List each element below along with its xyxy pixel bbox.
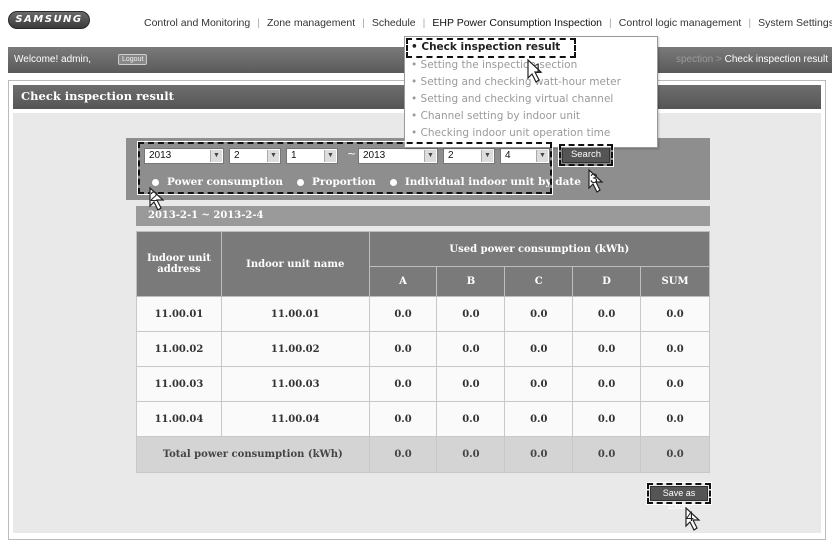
- cell-value: 0.0: [436, 366, 506, 402]
- total-value: 0.0: [368, 436, 438, 473]
- callout-number-2: 2: [150, 188, 158, 204]
- header-col-d: D: [572, 266, 642, 297]
- cell-value: 0.0: [572, 401, 642, 437]
- breadcrumb-separator: >: [715, 54, 722, 65]
- total-value: 0.0: [572, 436, 642, 473]
- cell-value: 0.0: [640, 331, 710, 367]
- nav-control-logic[interactable]: Control logic management: [619, 17, 742, 29]
- nav-control-monitoring[interactable]: Control and Monitoring: [144, 17, 250, 29]
- breadcrumb-current: Check inspection result: [724, 54, 828, 65]
- header-col-c: C: [504, 266, 574, 297]
- nav-separator: |: [257, 17, 260, 29]
- cell-value: 0.0: [368, 296, 438, 332]
- cell-name: 11.00.01: [220, 296, 370, 332]
- menu-item-label: Setting and checking virtual channel: [420, 93, 614, 105]
- callout-box-2: [137, 141, 553, 195]
- cell-address: 11.00.01: [136, 296, 222, 332]
- menu-item-virtual-channel[interactable]: • Setting and checking virtual channel: [411, 93, 613, 105]
- cell-name: 11.00.04: [220, 401, 370, 437]
- menu-item-inspection-section[interactable]: • Setting the inspection section: [411, 59, 577, 71]
- main-nav: Control and Monitoring | Zone management…: [144, 15, 832, 31]
- breadcrumb: spection > Check inspection result: [676, 54, 828, 65]
- nav-separator: |: [748, 17, 752, 29]
- cell-name: 11.00.03: [220, 366, 370, 402]
- cell-value: 0.0: [504, 331, 574, 367]
- callout-box-1: [405, 37, 577, 59]
- callout-number-3: 3: [590, 170, 598, 186]
- menu-item-label: Channel setting by indoor unit: [420, 110, 581, 122]
- cell-address: 11.00.03: [136, 366, 222, 402]
- callout-number-1: 1: [534, 60, 542, 76]
- nav-separator: |: [362, 17, 365, 29]
- cell-value: 0.0: [572, 366, 642, 402]
- cell-value: 0.0: [640, 401, 710, 437]
- table-row: 11.00.03 11.00.03 0.0 0.0 0.0 0.0 0.0: [136, 366, 710, 402]
- cell-value: 0.0: [504, 296, 574, 332]
- consumption-table: Indoor unit address Indoor unit name Use…: [136, 231, 711, 473]
- cell-value: 0.0: [368, 366, 438, 402]
- nav-zone-management[interactable]: Zone management: [267, 17, 355, 29]
- cell-value: 0.0: [436, 401, 506, 437]
- header-col-b: B: [436, 266, 506, 297]
- breadcrumb-previous[interactable]: spection: [676, 54, 713, 65]
- callout-box-4: [646, 482, 712, 505]
- menu-item-label: Setting and checking watt-hour meter: [420, 76, 621, 88]
- total-value: 0.0: [640, 436, 710, 473]
- cell-value: 0.0: [640, 366, 710, 402]
- header-address: Indoor unit address: [136, 231, 222, 297]
- welcome-text: Welcome! admin,: [14, 54, 92, 65]
- cell-address: 11.00.04: [136, 401, 222, 437]
- samsung-logo: SAMSUNG: [8, 11, 90, 29]
- menu-item-label: Checking indoor unit operation time: [420, 127, 611, 139]
- cell-value: 0.0: [504, 366, 574, 402]
- date-range-bar: 2013-2-1 ~ 2013-2-4: [136, 206, 710, 226]
- total-label: Total power consumption (kWh): [136, 436, 370, 473]
- table-row: 11.00.04 11.00.04 0.0 0.0 0.0 0.0 0.0: [136, 401, 710, 437]
- cell-value: 0.0: [640, 296, 710, 332]
- callout-box-3: [558, 143, 614, 167]
- menu-item-channel-by-indoor-unit[interactable]: • Channel setting by indoor unit: [411, 110, 580, 122]
- menu-item-watt-hour-meter[interactable]: • Setting and checking watt-hour meter: [411, 76, 621, 88]
- nav-separator: |: [422, 17, 426, 29]
- cell-value: 0.0: [572, 296, 642, 332]
- cell-value: 0.0: [368, 401, 438, 437]
- logout-button[interactable]: Logout: [118, 54, 148, 65]
- header-col-a: A: [368, 266, 438, 297]
- nav-schedule[interactable]: Schedule: [372, 17, 416, 29]
- table-row: 11.00.02 11.00.02 0.0 0.0 0.0 0.0 0.0: [136, 331, 710, 367]
- cell-name: 11.00.02: [220, 331, 370, 367]
- cell-value: 0.0: [436, 296, 506, 332]
- table-header-row: Indoor unit address Indoor unit name Use…: [136, 231, 711, 297]
- total-value: 0.0: [504, 436, 574, 473]
- menu-item-label: Setting the inspection section: [420, 59, 578, 71]
- table-row: 11.00.01 11.00.01 0.0 0.0 0.0 0.0 0.0: [136, 296, 710, 332]
- cell-value: 0.0: [572, 331, 642, 367]
- header-col-sum: SUM: [640, 266, 710, 297]
- nav-system-settings[interactable]: System Settings: [758, 17, 832, 29]
- header-name: Indoor unit name: [220, 231, 370, 297]
- page-title: Check inspection result: [21, 89, 174, 103]
- cell-address: 11.00.02: [136, 331, 222, 367]
- callout-number-4: 4: [686, 508, 694, 524]
- menu-item-operation-time[interactable]: • Checking indoor unit operation time: [411, 127, 610, 139]
- nav-separator: |: [609, 17, 612, 29]
- total-value: 0.0: [436, 436, 506, 473]
- cell-value: 0.0: [504, 401, 574, 437]
- header-used-power: Used power consumption (kWh): [368, 231, 711, 267]
- cell-value: 0.0: [368, 331, 438, 367]
- nav-ehp-power-inspection[interactable]: EHP Power Consumption Inspection: [432, 17, 602, 29]
- cell-value: 0.0: [436, 331, 506, 367]
- table-total-row: Total power consumption (kWh) 0.0 0.0 0.…: [136, 436, 710, 473]
